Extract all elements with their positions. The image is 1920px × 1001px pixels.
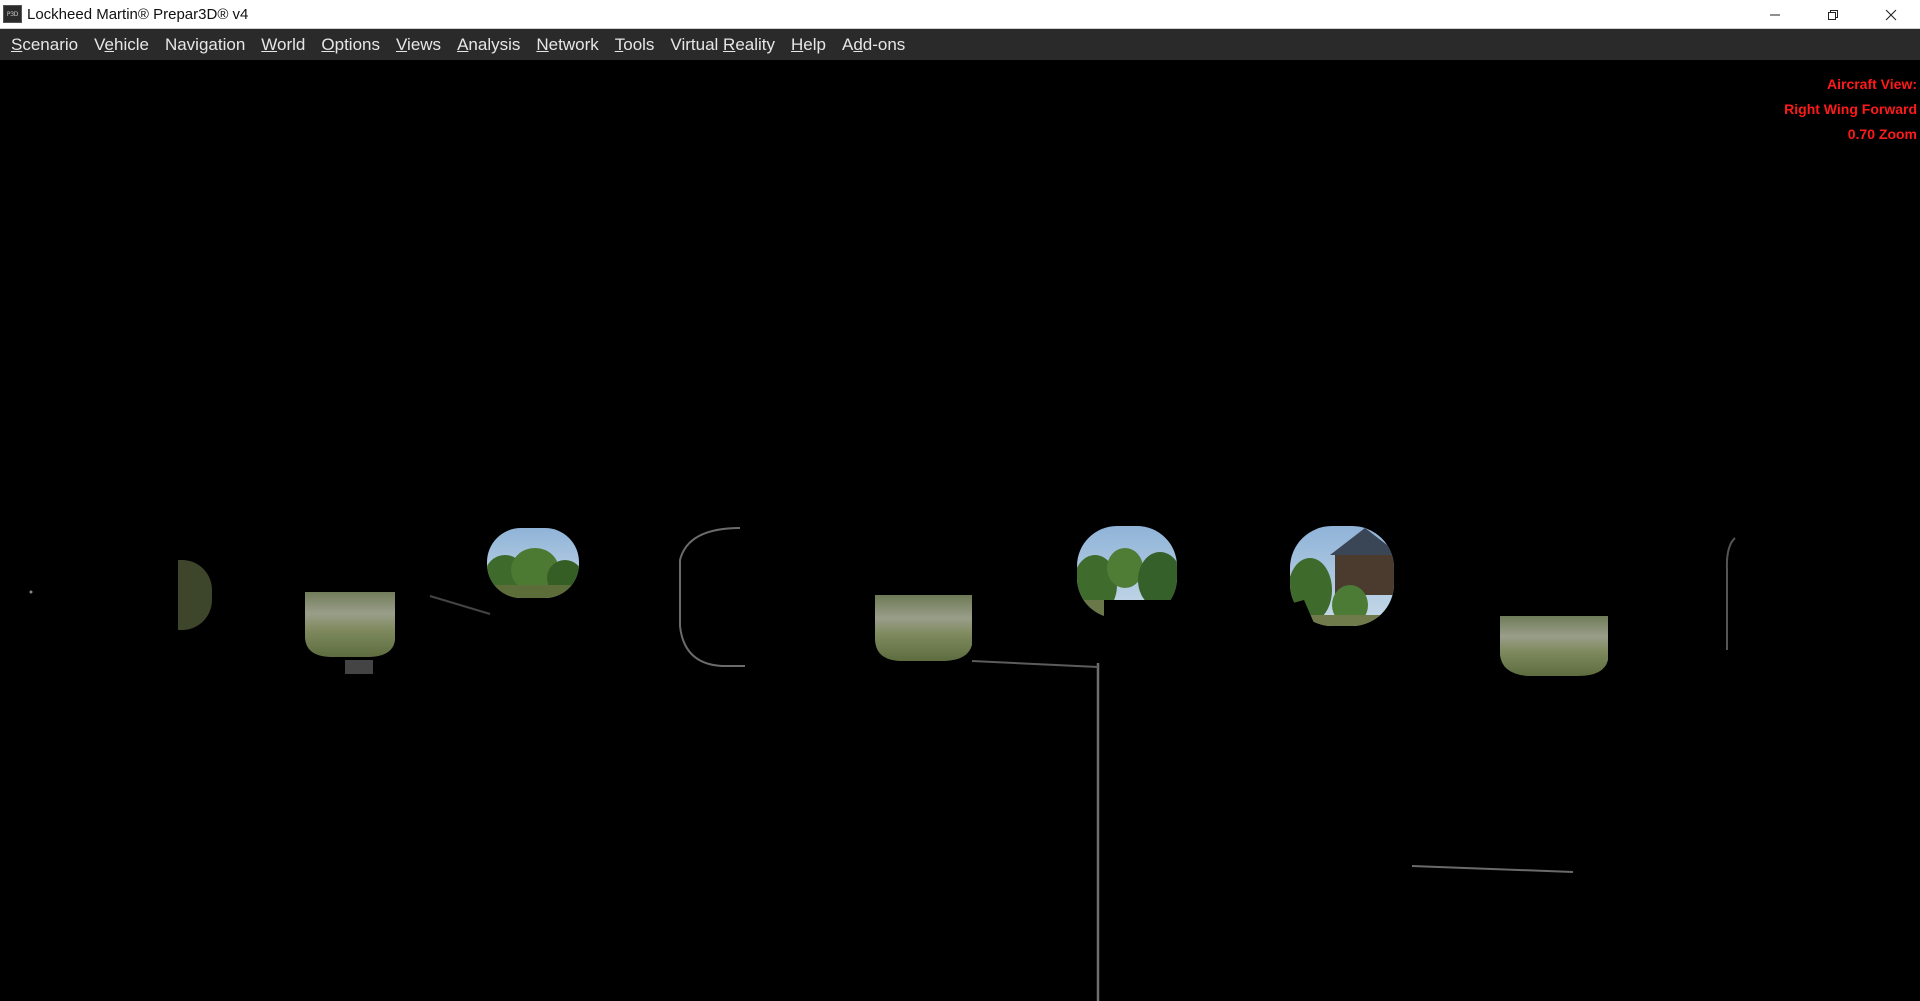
menu-add-ons[interactable]: Add-ons [834,29,913,60]
menu-views[interactable]: Views [388,29,449,60]
menu-virtual-reality[interactable]: Virtual Reality [662,29,783,60]
menu-network[interactable]: Network [528,29,606,60]
cabin-window-5 [870,530,980,661]
minimize-icon [1770,14,1780,15]
menu-options[interactable]: Options [313,29,388,60]
menu-navigation[interactable]: Navigation [157,29,253,60]
cabin-speck [29,590,33,594]
minimize-button[interactable] [1746,0,1804,29]
cabin-window-3 [487,528,579,598]
menu-help[interactable]: Help [783,29,834,60]
cabin-floor-line [1411,865,1574,873]
window-controls [1746,0,1920,29]
simulator-viewport[interactable]: Aircraft View: Right Wing Forward 0.70 Z… [0,60,1920,1001]
menu-analysis[interactable]: Analysis [449,29,528,60]
cabin-window-2 [300,530,400,674]
restore-icon [1828,9,1838,20]
menu-scenario[interactable]: Scenario [3,29,86,60]
close-icon [1885,9,1897,20]
menu-world[interactable]: World [253,29,313,60]
menu-tools[interactable]: Tools [607,29,663,60]
cabin-window-4 [679,527,745,667]
view-info-line2: Right Wing Forward [1784,101,1917,117]
menu-vehicle[interactable]: Vehicle [86,29,157,60]
cabin-scene [29,526,1736,1001]
close-button[interactable] [1862,0,1920,29]
aircraft-view-overlay: Aircraft View: Right Wing Forward 0.70 Z… [1784,72,1917,147]
view-info-line1: Aircraft View: [1827,76,1917,92]
cabin-edge-line [429,595,491,615]
window-title: Lockheed Martin® Prepar3D® v4 [27,5,249,23]
view-info-line3: 0.70 Zoom [1847,126,1917,142]
cabin-window-8 [1495,530,1615,676]
title-bar: P3D Lockheed Martin® Prepar3D® v4 [0,0,1920,29]
cabin-trim-line [971,660,1099,668]
cabin-window-1 [118,530,212,635]
restore-button[interactable] [1804,0,1862,29]
cabin-window-9 [1725,537,1736,650]
app-icon-text: P3D [6,10,19,18]
menu-bar: Scenario Vehicle Navigation World Options Vie… [0,29,1920,60]
prepar3d-app-icon[interactable]: P3D [3,5,22,23]
